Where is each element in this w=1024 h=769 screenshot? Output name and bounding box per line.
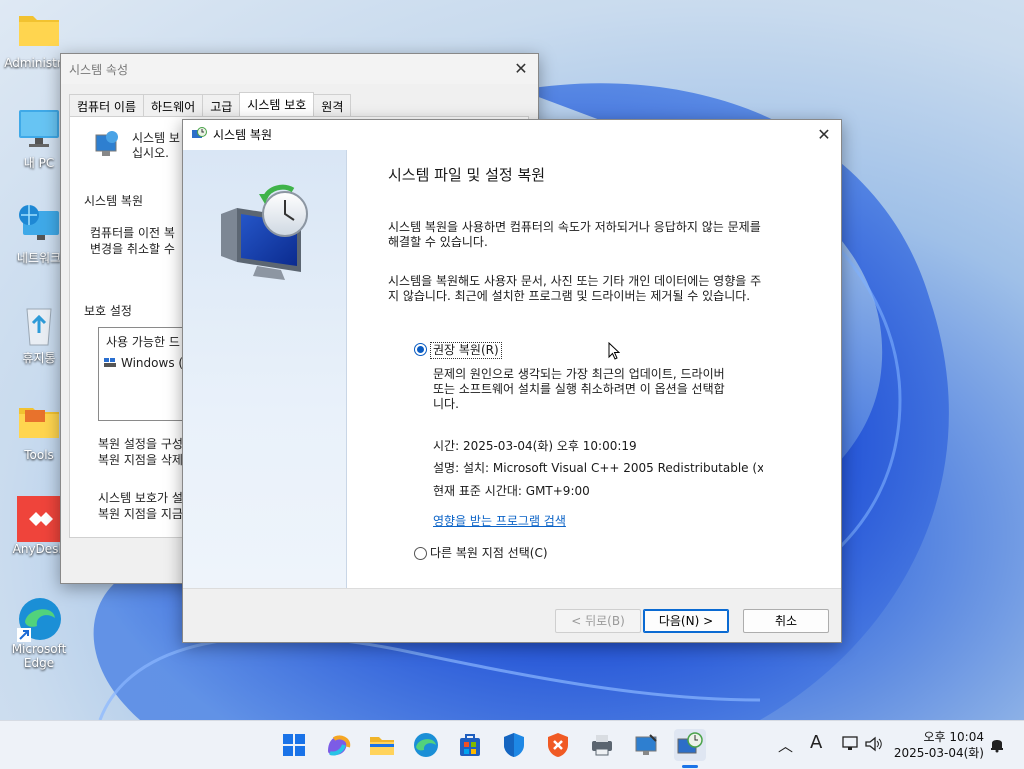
other-restore-point-label[interactable]: 다른 복원 지점 선택(C): [430, 546, 548, 561]
text-line: 시스템 복원을 사용하면 컴퓨터의 속도가 저하되거나 응답하지 않는 문제를: [388, 220, 761, 234]
ime-mode-icon[interactable]: A: [810, 732, 822, 753]
recommended-restore-radio[interactable]: [414, 343, 427, 356]
config-description: 복원 지점을 삭제: [98, 453, 183, 467]
clock-time: 오후 10:04: [923, 730, 984, 744]
create-description: 시스템 보호가 설: [98, 491, 183, 505]
start-icon[interactable]: [278, 729, 310, 761]
security-icon[interactable]: [542, 729, 574, 761]
list-item[interactable]: Windows (C: [121, 356, 191, 370]
titlebar[interactable]: 시스템 속성: [61, 54, 538, 84]
file-explorer-icon[interactable]: [366, 729, 398, 761]
system-clock[interactable]: 오후 10:04 2025-03-04(화): [894, 729, 984, 761]
intro-paragraph: 시스템 복원을 사용하면 컴퓨터의 속도가 저하되거나 응답하지 않는 문제를 …: [388, 220, 803, 250]
config-description: 복원 설정을 구성: [98, 437, 183, 451]
folder-icon: [17, 10, 61, 54]
store-icon[interactable]: [454, 729, 486, 761]
copilot-icon[interactable]: [322, 729, 354, 761]
section-heading: 시스템 복원: [84, 194, 144, 208]
window-title: 시스템 속성: [69, 62, 129, 77]
text-line: 해결할 수 있습니다.: [388, 235, 488, 249]
create-description: 복원 지점을 지금: [98, 507, 183, 521]
desktop-icon-edge[interactable]: Microsoft Edge: [2, 596, 76, 670]
volume-icon[interactable]: [864, 735, 884, 757]
mouse-cursor-icon: [608, 341, 621, 363]
recommended-description: 문제의 원인으로 생각되는 가장 최근의 업데이트, 드라이버 또는 소프트웨어…: [433, 367, 773, 412]
recommended-restore-label[interactable]: 권장 복원(R): [430, 342, 502, 359]
drive-icon: [104, 357, 116, 367]
clock-date: 2025-03-04(화): [893, 746, 984, 760]
intro-text: 십시오.: [132, 146, 169, 160]
info-paragraph: 시스템을 복원해도 사용자 문서, 사진 또는 기타 개인 데이터에는 영향을 …: [388, 274, 803, 304]
restore-illustration-icon: [213, 178, 317, 285]
cancel-button[interactable]: 취소: [743, 609, 829, 633]
restore-description: 변경을 취소할 수: [90, 242, 175, 256]
close-icon[interactable]: ✕: [512, 60, 530, 78]
system-restore-icon: [191, 126, 207, 142]
section-heading: 보호 설정: [84, 304, 132, 318]
printer-icon[interactable]: [586, 729, 618, 761]
taskbar: ︿ A 오후 10:04 2025-03-04(화): [0, 720, 1024, 769]
notification-icon[interactable]: [988, 735, 1006, 757]
folder-icon: [17, 402, 61, 446]
system-restore-icon[interactable]: [674, 729, 706, 761]
text-line: 또는 소프트웨어 설치를 실행 취소하려면 이 옵션을 선택합: [433, 382, 725, 396]
close-icon[interactable]: ✕: [815, 126, 833, 144]
timezone: 현재 표준 시간대: GMT+9:00: [433, 484, 590, 498]
text-line: 니다.: [433, 397, 459, 411]
text-line: 문제의 원인으로 생각되는 가장 최근의 업데이트, 드라이버: [433, 367, 725, 381]
titlebar[interactable]: 시스템 복원: [183, 120, 841, 148]
desktop-icon-label: Microsoft Edge: [11, 642, 67, 670]
restore-description: 컴퓨터를 이전 복: [90, 226, 175, 240]
text-line: 시스템을 복원해도 사용자 문서, 사진 또는 기타 개인 데이터에는 영향을 …: [388, 274, 762, 288]
defender-icon[interactable]: [498, 729, 530, 761]
button-bar: < 뒤로(B) 다음(N) > 취소: [183, 588, 841, 642]
list-header[interactable]: 사용 가능한 드: [106, 333, 180, 350]
monitor-icon: [17, 108, 61, 152]
network-icon: [17, 203, 61, 247]
network-status-icon[interactable]: [842, 735, 860, 757]
next-button[interactable]: 다음(N) >: [643, 609, 729, 633]
other-restore-point-radio[interactable]: [414, 547, 427, 560]
text-line: 지 않습니다. 최근에 설치한 프로그램 및 드라이버는 제거될 수 있습니다.: [388, 289, 751, 303]
window-title: 시스템 복원: [213, 127, 273, 142]
chevron-up-icon[interactable]: ︿: [778, 735, 793, 756]
system-protection-icon: [90, 129, 122, 164]
tab-system-protection[interactable]: 시스템 보호: [239, 92, 315, 118]
restore-time: 시간: 2025-03-04(화) 오후 10:00:19: [433, 439, 637, 453]
edge-icon[interactable]: [410, 729, 442, 761]
anydesk-icon: [17, 496, 63, 542]
page-title: 시스템 파일 및 설정 복원: [388, 166, 546, 184]
system-restore-dialog: 시스템 복원 ✕ 시스템 파일 및 설정 복원 시스템 복원을 사용하면 컴퓨터…: [182, 119, 842, 643]
side-banner: [183, 150, 347, 589]
back-button[interactable]: < 뒤로(B): [555, 609, 641, 633]
recycle-bin-icon: [17, 303, 61, 347]
system-properties-icon[interactable]: [630, 729, 662, 761]
restore-description: 설명: 설치: Microsoft Visual C++ 2005 Redist…: [433, 461, 763, 475]
edge-icon: [17, 596, 61, 642]
affected-programs-link[interactable]: 영향을 받는 프로그램 검색: [433, 514, 566, 529]
